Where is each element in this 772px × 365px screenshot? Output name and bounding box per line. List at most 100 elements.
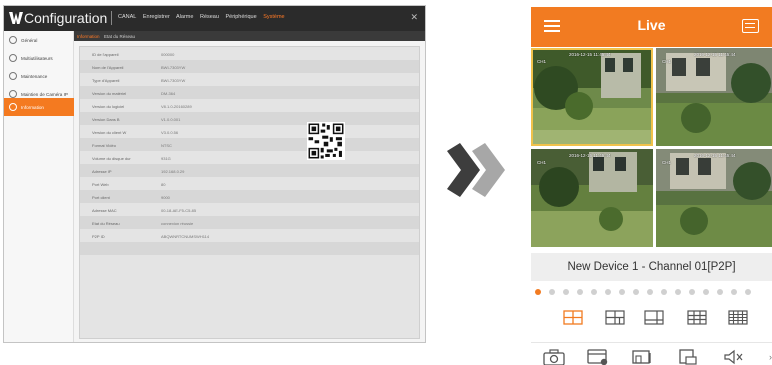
info-value: DM-364 (161, 90, 176, 96)
info-row: P2P ID ABQWNRTCNUMSWH114 (80, 229, 419, 242)
info-value: ABQWNRTCNUMSWH114 (161, 233, 210, 239)
sidebar-item-label: Maintien de Caméra IP (21, 92, 68, 97)
top-menu-item[interactable]: Réseau (200, 14, 219, 20)
page-dot[interactable] (731, 289, 737, 295)
info-row: Adresse MAC 00-18-AE-F5-C5-85 (80, 203, 419, 216)
info-key: Version du matériel (92, 90, 127, 96)
layout-4-split-icon[interactable] (563, 310, 583, 325)
top-menu-item[interactable]: Alarme (176, 14, 193, 20)
app-header: Live (531, 7, 772, 47)
page-dot[interactable] (689, 289, 695, 295)
camera-feed-image (656, 48, 772, 146)
top-menu-item[interactable]: Périphérique (225, 14, 256, 20)
page-dot[interactable] (675, 289, 681, 295)
page-dot-active[interactable] (535, 289, 541, 295)
channel-name-label: New Device 1 - Channel 01[P2P] (531, 253, 772, 281)
info-value: 9000 (161, 194, 170, 200)
sidebar-item-information[interactable]: Information (4, 98, 74, 116)
info-value: V3.0.0.56 (161, 129, 179, 135)
info-key: Nom de l'Appareil (92, 64, 124, 70)
tab-network-status[interactable]: Etat du Réseau (104, 34, 135, 39)
sidebar-item-label: Information (21, 105, 44, 110)
remote-playback-icon[interactable] (742, 19, 759, 33)
camera-grid: 2016-12-15 11:45:44 CH1 2016-12-15 11:45… (531, 47, 772, 248)
info-row-empty (80, 242, 419, 255)
info-key: Volume du disque dur (92, 155, 131, 161)
info-key: Adresse MAC (92, 207, 117, 213)
page-dot[interactable] (605, 289, 611, 295)
page-dot[interactable] (717, 289, 723, 295)
tab-information[interactable]: Information (77, 34, 100, 39)
settings-icon (9, 36, 17, 44)
snapshot-camera-icon[interactable] (542, 348, 566, 365)
camera-feed-image (656, 149, 772, 247)
info-key: ID de l'appareil (92, 51, 119, 57)
dvr-configuration-window: Configuration CANAL Enregistrer Alarme R… (3, 5, 426, 343)
timestamp-label: 2016-12-15 11:45:44 (694, 153, 736, 158)
info-row: Version du logiciel V8.1.0-20160289 (80, 99, 419, 112)
info-value: 000000 (161, 51, 175, 57)
page-dot[interactable] (661, 289, 667, 295)
multi-screen-icon[interactable] (677, 348, 701, 365)
info-key: Adresse IP (92, 168, 112, 174)
info-key: Version du client W (92, 129, 127, 135)
camera-cell-3[interactable]: 2016-12-15 11:45:44 CH1 (531, 149, 653, 247)
mute-speaker-icon[interactable] (722, 348, 746, 365)
info-key: Type d'Appareil (92, 77, 120, 83)
record-icon[interactable] (586, 348, 610, 365)
sidebar-item-multiusers[interactable]: Multiutilisateurs (4, 49, 74, 67)
layout-16-split-icon[interactable] (728, 310, 748, 325)
info-row: Volume du disque dur 931G (80, 151, 419, 164)
info-row: Version Dans B V1.0.0.001 (80, 112, 419, 125)
page-dot[interactable] (703, 289, 709, 295)
camera-feed-image (531, 48, 653, 146)
bottom-toolbar: › (531, 342, 772, 365)
double-chevron-right-icon (447, 143, 505, 197)
layout-9-split-icon[interactable] (687, 310, 707, 325)
camera-cell-2[interactable]: 2016-12-15 11:45:44 CH1 (656, 48, 772, 146)
sidebar-item-maintenance[interactable]: Maintenance (4, 67, 74, 85)
info-icon (9, 103, 17, 111)
camera-cell-1[interactable]: 2016-12-15 11:45:44 CH1 (531, 48, 653, 146)
top-menu-item[interactable]: CANAL (118, 14, 136, 20)
page-dot[interactable] (647, 289, 653, 295)
info-key: Etat du Réseau (92, 220, 120, 226)
page-dot[interactable] (563, 289, 569, 295)
info-key: Format Vidéo (92, 142, 116, 148)
channel-label: CH1 (537, 160, 547, 165)
layout-8-split-icon[interactable] (644, 310, 664, 325)
camera-cell-4[interactable]: 2016-12-15 11:45:44 CH1 (656, 149, 772, 247)
page-dot[interactable] (619, 289, 625, 295)
info-key: Port Web (92, 181, 109, 187)
sidebar-item-label: Multiutilisateurs (21, 56, 53, 61)
layout-6-split-icon[interactable] (605, 310, 625, 325)
info-row: Format Vidéo NTSC (80, 138, 419, 151)
page-dot[interactable] (591, 289, 597, 295)
info-key: Version du logiciel (92, 103, 125, 109)
page-dot[interactable] (549, 289, 555, 295)
sidebar-item-label: Maintenance (21, 74, 48, 79)
sidebar-item-label: Général (21, 38, 38, 43)
close-icon[interactable]: ✕ (410, 12, 418, 23)
sidebar-item-general[interactable]: Général (4, 31, 74, 49)
page-dot[interactable] (633, 289, 639, 295)
title-divider (111, 11, 112, 25)
top-menu-item-active[interactable]: Système (263, 14, 284, 20)
page-dot[interactable] (577, 289, 583, 295)
info-row: Version du matériel DM-364 (80, 86, 419, 99)
top-menu-item[interactable]: Enregistrer (143, 14, 170, 20)
info-value: 00-18-AE-F5-C5-85 (161, 207, 197, 213)
info-row: Version du client W V3.0.0.56 (80, 125, 419, 138)
mobile-app-live-view: Live 2016-12-15 11:45:44 CH1 2016-12-15 … (531, 7, 772, 365)
channel-label: CH1 (662, 59, 672, 64)
info-row: Etat du Réseau connexion réussie (80, 216, 419, 229)
info-value: 931G (161, 155, 171, 161)
camera-maintenance-icon (9, 90, 17, 98)
info-value: BWI-7303YW (161, 64, 186, 70)
info-row: Port Web 80 (80, 177, 419, 190)
users-icon (9, 54, 17, 62)
timestamp-label: 2016-12-15 11:45:44 (569, 52, 611, 57)
channel-label: CH1 (662, 160, 672, 165)
page-dot[interactable] (745, 289, 751, 295)
video-quality-icon[interactable] (631, 348, 655, 365)
